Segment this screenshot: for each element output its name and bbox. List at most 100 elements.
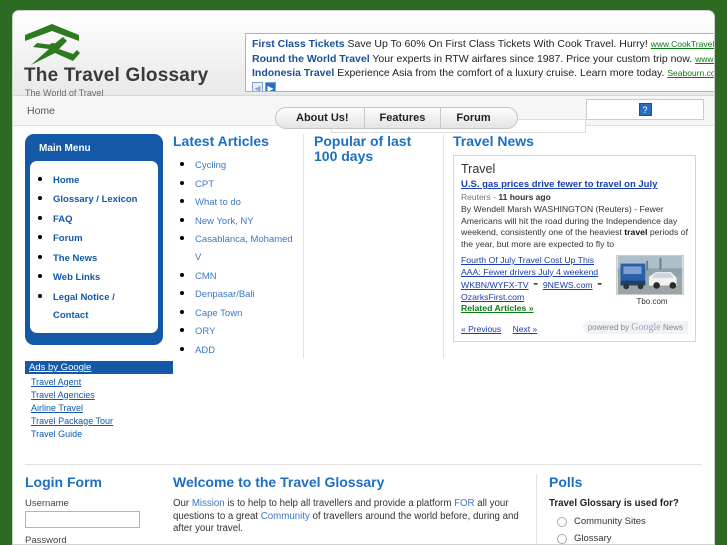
login-form-title: Login Form [25,474,102,490]
sidebar-item-home[interactable]: Home [53,175,79,186]
sidebar-item-legal-notice[interactable]: Legal Notice / Contact [53,292,115,321]
radio-button[interactable] [557,533,567,544]
site-page: The Travel Glossary The World of Travel … [12,10,715,545]
for-link[interactable]: FOR [454,498,474,509]
article-link[interactable]: CPT [195,179,214,190]
travel-news-column: Travel News Travel U.S. gas prices drive… [443,134,696,358]
news-headline-link[interactable]: U.S. gas prices drive fewer to travel on… [461,179,688,191]
article-link[interactable]: CMN [195,271,217,282]
article-link[interactable]: ADD [195,345,215,356]
latest-articles-list: Cycling CPT What to do New York, NY Casa… [195,155,295,358]
list-item: Home [53,170,152,188]
related-articles-link[interactable]: Related Articles » [461,303,619,315]
chevron-right-icon[interactable]: ▶ [265,81,276,91]
site-logo[interactable]: The Travel Glossary The World of Travel [19,21,259,98]
list-item: What to do [195,192,295,210]
text-part: is to help to help all travellers and pr… [224,498,455,509]
news-source-link[interactable]: OzarksFirst.com [461,292,619,304]
list-item: Forum [53,228,152,246]
sidebar-item-faq[interactable]: FAQ [53,214,73,225]
chevron-left-icon[interactable]: ◀ [252,81,263,91]
tab-forum[interactable]: Forum [441,108,516,128]
list-item: New York, NY [195,211,295,229]
google-wordmark: Google [631,322,661,333]
main-menu-list: Home Glossary / Lexicon FAQ Forum The Ne… [53,170,152,323]
username-label: Username [25,498,69,509]
poll-option-label: Glossary [574,533,612,544]
poll-option-label: Community Sites [574,516,646,527]
main-content: Main Menu Home Glossary / Lexicon FAQ Fo… [13,126,714,544]
site-header: The Travel Glossary The World of Travel … [13,11,714,129]
news-pager: « Previous Next » powered by Google News [461,319,688,337]
sidebar-item-web-links[interactable]: Web Links [53,272,100,283]
ad-url[interactable]: Seabourn.com/Asia [667,68,714,78]
google-ads-banner: First Class Tickets Save Up To 60% On Fi… [245,33,714,92]
sidebar-item-forum[interactable]: Forum [53,233,83,244]
ad-text: Save Up To 60% On First Class Tickets Wi… [347,38,648,50]
list-item: Cape Town [195,303,295,321]
next-link[interactable]: Next » [513,324,538,334]
news-source-link[interactable]: 9NEWS.com [543,280,593,290]
sidebar-item-glossary[interactable]: Glossary / Lexicon [53,194,137,205]
ad-link-travel-agent[interactable]: Travel Agent [25,375,173,388]
highway-truck-car-photo [616,255,684,295]
list-item: Cycling [195,155,295,173]
ads-by-google-header[interactable]: Ads by Google [25,361,173,374]
ad-title: Indonesia Travel [252,67,335,79]
article-link[interactable]: Cape Town [195,308,242,319]
news-widget: Travel U.S. gas prices drive fewer to tr… [453,155,696,342]
article-link[interactable]: What to do [195,197,241,208]
ad-url[interactable]: www.CookTravel.net [651,39,714,49]
main-menu-module: Main Menu Home Glossary / Lexicon FAQ Fo… [25,134,163,345]
hang-glider-airplane-logo [25,24,80,65]
poll-question: Travel Glossary is used for? [549,498,679,509]
list-item: CMN [195,266,295,284]
tab-about-us[interactable]: About Us! [276,108,365,128]
ad-url[interactable]: www.airtreks. [695,54,714,64]
news-source-link[interactable]: WKBN/WYFX-TV [461,280,529,290]
list-item: Glossary / Lexicon [53,189,152,207]
text-part: Our [173,498,192,509]
community-link[interactable]: Community [261,511,310,522]
list-item: FAQ [53,209,152,227]
article-link[interactable]: ORY [195,326,215,337]
article-link[interactable]: Denpasar/Bali [195,289,255,300]
news-kicker: Travel [461,162,496,176]
mission-link[interactable]: Mission [192,498,225,509]
article-link[interactable]: Cycling [195,160,226,171]
sidebar-item-the-news[interactable]: The News [53,253,97,264]
ad-line[interactable]: Indonesia Travel Experience Asia from th… [252,66,714,81]
poll-option[interactable]: Community Sites [549,516,714,527]
list-item: Denpasar/Bali [195,284,295,302]
previous-link[interactable]: « Previous [461,324,501,334]
search-box[interactable]: ? [586,99,704,120]
news-related: Fourth Of July Travel Cost Up This AAA: … [461,255,688,315]
latest-articles-column: Latest Articles Cycling CPT What to do N… [173,134,303,358]
poll-option[interactable]: Glossary [549,533,714,544]
list-item: ORY [195,321,295,339]
left-sidebar: Main Menu Home Glossary / Lexicon FAQ Fo… [13,134,173,454]
ad-link-airline-travel[interactable]: Airline Travel [25,401,173,414]
popular-heading: Popular of last 100 days [314,133,412,164]
ad-link-travel-package-tour[interactable]: Travel Package Tour [25,414,173,427]
list-item: Web Links [53,267,152,285]
related-article-link[interactable]: Fourth Of July Travel Cost Up This [461,255,619,267]
ad-text: Experience Asia from the comfort of a lu… [337,67,665,79]
tab-features[interactable]: Features [365,108,442,128]
radio-button[interactable] [557,516,567,527]
ad-link-travel-agencies[interactable]: Travel Agencies [25,388,173,401]
list-item: ADD [195,340,295,358]
ad-title: First Class Tickets [252,38,345,50]
polls-title: Polls [549,474,583,490]
powered-by-google-news: powered by Google News [582,321,688,334]
ad-link-travel-guide[interactable]: Travel Guide [25,427,173,440]
ad-line[interactable]: First Class Tickets Save Up To 60% On Fi… [252,37,714,52]
site-title: The Travel Glossary [24,65,209,86]
paragraph: Our Mission is to help to help all trave… [173,498,524,536]
thumbnail-caption: Tbo.com [636,297,668,306]
username-field[interactable] [25,511,140,528]
ad-line[interactable]: Round the World Travel Your experts in R… [252,52,714,67]
article-link[interactable]: Casablanca, Mohamed V [195,234,293,263]
breadcrumb[interactable]: Home [27,105,55,117]
article-link[interactable]: New York, NY [195,216,254,227]
